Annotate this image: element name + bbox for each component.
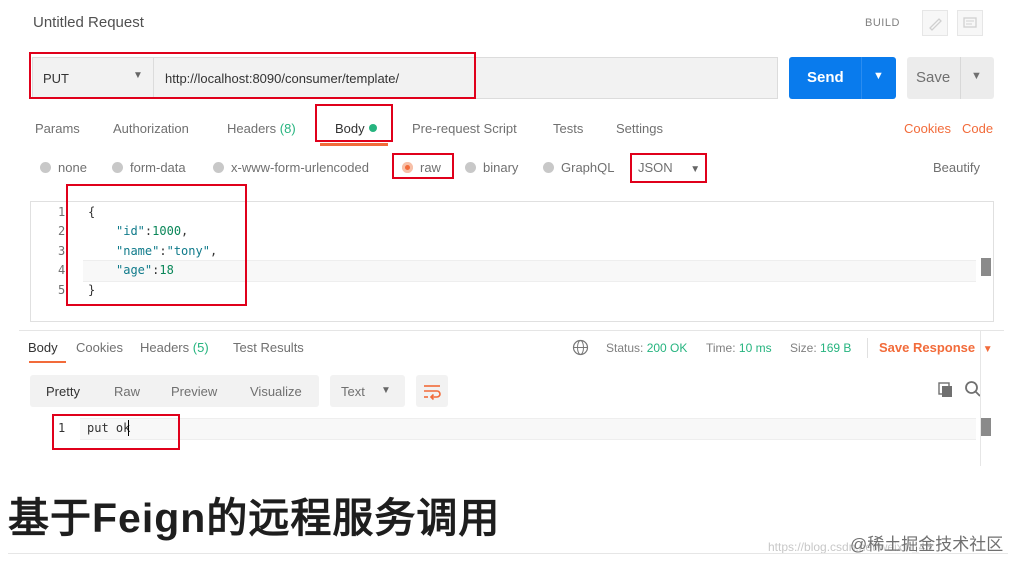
status-indicator: Status: 200 OK xyxy=(606,341,687,355)
view-raw[interactable]: Raw xyxy=(114,384,140,399)
comments-icon[interactable] xyxy=(957,10,983,36)
radio-binary-label: binary xyxy=(483,160,519,175)
annotation-box-body-tab xyxy=(315,104,393,142)
watermark: @稀土掘金技术社区 xyxy=(850,535,1004,554)
radio-form-data[interactable]: form-data xyxy=(112,160,186,175)
radio-graphql-label: GraphQL xyxy=(561,160,615,175)
chevron-down-icon: ▼ xyxy=(982,344,993,355)
annotation-box-response xyxy=(52,414,180,450)
tab-headers-count: (8) xyxy=(279,121,296,136)
tab-headers[interactable]: Headers (8) xyxy=(227,121,296,136)
tab-params[interactable]: Params xyxy=(35,121,80,136)
time-label: Time: xyxy=(706,341,736,355)
view-visualize[interactable]: Visualize xyxy=(250,384,302,399)
radio-none-label: none xyxy=(58,160,87,175)
build-label[interactable]: BUILD xyxy=(865,17,900,29)
radio-icon xyxy=(40,162,51,173)
save-options-icon[interactable]: ▼ xyxy=(971,70,982,82)
status-value: 200 OK xyxy=(646,341,688,355)
text-format-label: Text xyxy=(341,384,365,399)
send-label: Send xyxy=(807,69,844,86)
editor-scroll-marker[interactable] xyxy=(981,258,991,276)
annotation-box-raw xyxy=(392,153,454,179)
status-label: Status: xyxy=(606,341,644,355)
radio-icon xyxy=(543,162,554,173)
copy-icon[interactable] xyxy=(937,381,955,404)
bottom-divider xyxy=(8,553,1008,554)
radio-form-data-label: form-data xyxy=(130,160,186,175)
view-preview[interactable]: Preview xyxy=(171,384,217,399)
radio-icon xyxy=(213,162,224,173)
radio-icon xyxy=(112,162,123,173)
send-divider xyxy=(861,57,862,99)
code-link[interactable]: Code xyxy=(962,121,993,136)
response-tab-body[interactable]: Body xyxy=(28,340,58,355)
annotation-box-editor xyxy=(66,184,247,306)
wrap-lines-button[interactable] xyxy=(416,375,448,407)
radio-graphql[interactable]: GraphQL xyxy=(543,160,614,175)
response-tab-headers-label: Headers xyxy=(140,340,190,355)
save-button[interactable]: Save ▼ xyxy=(907,57,994,99)
tab-settings[interactable]: Settings xyxy=(616,121,663,136)
tab-prerequest-script[interactable]: Pre-request Script xyxy=(412,121,517,136)
view-pretty[interactable]: Pretty xyxy=(46,384,80,399)
beautify-link[interactable]: Beautify xyxy=(933,160,980,175)
radio-urlencoded-label: x-www-form-urlencoded xyxy=(231,160,369,175)
line-number: 1 xyxy=(58,205,66,219)
response-scroll-marker[interactable] xyxy=(981,418,991,436)
annotation-box-json xyxy=(630,153,707,183)
status-divider xyxy=(867,338,868,358)
line-number: 3 xyxy=(58,244,66,258)
active-tab-indicator xyxy=(320,143,388,146)
annotation-box-url xyxy=(29,52,476,99)
radio-binary[interactable]: binary xyxy=(465,160,518,175)
active-response-tab-indicator xyxy=(29,361,66,363)
tab-headers-label: Headers xyxy=(227,121,277,136)
save-response-label: Save Response xyxy=(879,340,976,355)
caption-text: 基于Feign的远程服务调用 xyxy=(8,495,501,541)
size-value: 169 B xyxy=(820,341,852,355)
save-label: Save xyxy=(916,69,951,86)
section-divider xyxy=(19,330,1004,331)
tab-authorization[interactable]: Authorization xyxy=(113,121,189,136)
edit-icon[interactable] xyxy=(922,10,948,36)
response-scroll-track xyxy=(980,331,981,466)
time-indicator: Time: 10 ms xyxy=(706,341,772,355)
globe-icon[interactable] xyxy=(572,339,589,361)
request-title[interactable]: Untitled Request xyxy=(33,14,144,31)
response-tab-headers[interactable]: Headers (5) xyxy=(140,340,209,355)
save-response-button[interactable]: Save Response ▼ xyxy=(879,340,993,355)
response-tab-headers-count: (5) xyxy=(192,340,209,355)
radio-none[interactable]: none xyxy=(40,160,87,175)
response-tab-cookies[interactable]: Cookies xyxy=(76,340,123,355)
send-options-icon[interactable]: ▼ xyxy=(873,70,884,82)
response-tab-test-results[interactable]: Test Results xyxy=(233,340,304,355)
radio-urlencoded[interactable]: x-www-form-urlencoded xyxy=(213,160,369,175)
send-button[interactable]: Send ▼ xyxy=(789,57,896,99)
save-divider xyxy=(960,57,961,99)
line-number: 5 xyxy=(58,283,66,297)
wrap-icon xyxy=(424,385,441,401)
text-format-select[interactable]: Text ▼ xyxy=(330,375,405,407)
radio-icon xyxy=(465,162,476,173)
tab-tests[interactable]: Tests xyxy=(553,121,583,136)
cookies-link[interactable]: Cookies xyxy=(904,121,951,136)
chevron-down-icon: ▼ xyxy=(381,385,391,396)
line-number: 2 xyxy=(58,224,66,238)
size-label: Size: xyxy=(790,341,817,355)
size-indicator: Size: 169 B xyxy=(790,341,851,355)
line-number: 4 xyxy=(58,263,66,277)
response-active-line xyxy=(80,418,976,440)
time-value: 10 ms xyxy=(738,341,772,355)
